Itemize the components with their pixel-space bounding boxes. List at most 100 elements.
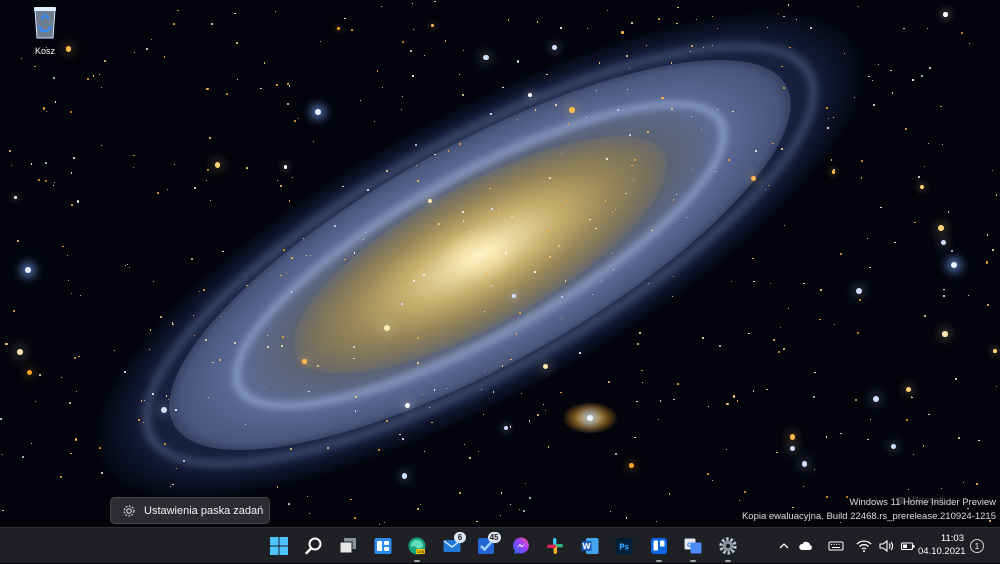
star [359,99,361,101]
star [124,264,127,266]
taskbar-mail-button[interactable]: 6 [435,528,470,564]
star [781,65,783,68]
star [510,503,512,505]
star [431,421,433,424]
star [287,503,290,506]
star [827,127,829,129]
star [98,73,100,75]
battery-icon [900,542,915,551]
taskbar-word-button[interactable]: W [573,528,608,564]
svg-text:CAN: CAN [417,550,425,554]
star [922,445,925,447]
star [282,248,285,251]
taskbar-start-button[interactable] [262,528,297,564]
star [703,46,705,48]
tray-battery-button[interactable] [897,528,919,564]
star [767,185,769,186]
running-indicator [690,560,697,562]
tray-wifi-button[interactable] [853,528,875,564]
star [220,315,223,318]
star [573,201,575,203]
star [528,92,533,97]
chevron-up-icon [779,543,789,549]
star [43,107,46,110]
star [809,27,812,30]
tray-keyboard-button[interactable] [825,528,847,564]
taskbar-widgets-button[interactable] [366,528,401,564]
star [872,104,875,107]
onedrive-cloud-icon [799,541,812,550]
star [161,406,167,413]
star [614,208,616,210]
star [511,215,513,218]
star [856,288,862,295]
watermark-line-2: Kopia ewaluacyjna. Build 22468.rs_prerel… [741,511,996,522]
star [549,176,552,179]
taskbar-search-button[interactable] [297,528,332,564]
taskbar-settings-popup[interactable]: Ustawienia paska zadań [110,497,270,524]
taskbar-translator-button[interactable]: G [676,528,711,564]
star [381,86,383,88]
desktop-icon-recycle-bin[interactable]: Kosz [24,4,66,56]
tray-volume-button[interactable] [875,528,897,564]
star [163,443,166,446]
star [503,425,508,430]
settings-gear-icon [719,537,737,555]
taskbar-edge-canary-button[interactable]: CAN [400,528,435,564]
star [631,21,633,24]
star [266,346,269,349]
star [628,463,634,468]
star [173,164,175,166]
taskbar-photoshop-button[interactable]: Ps [607,528,642,564]
star [744,491,747,494]
taskbar-settings-button[interactable] [711,528,746,564]
system-tray [773,528,919,564]
star [172,323,174,326]
star [204,339,208,342]
star [751,257,754,260]
star [502,87,504,89]
star [351,29,354,32]
star [612,269,614,271]
star [923,166,926,168]
star [614,453,617,456]
star [433,389,435,391]
star [783,87,785,90]
tray-onedrive-button[interactable] [795,528,817,564]
tray-clock[interactable]: 11:03 04.10.2021 [918,532,966,558]
star [165,395,168,397]
star [207,396,210,399]
star [860,177,863,179]
star [750,175,757,182]
star [601,281,603,283]
messenger-icon [512,537,529,554]
star [675,193,677,196]
tray-overflow-button[interactable] [773,528,795,564]
notification-center-button[interactable]: 1 [970,539,984,553]
taskbar-todo-button[interactable]: 45 [469,528,504,564]
star [500,492,503,494]
star [820,289,822,291]
star [87,77,90,80]
star [9,149,12,152]
star [567,122,570,125]
star [854,399,857,402]
star [938,225,944,231]
star [625,192,627,195]
taskbar-slack-button[interactable] [538,528,573,564]
star [92,75,95,78]
star [405,403,411,409]
star [101,471,104,474]
star [459,74,460,75]
star [149,349,151,351]
star [929,66,932,69]
taskbar-messenger-button[interactable] [504,528,539,564]
star [626,88,629,91]
star [493,391,495,393]
taskbar-trello-button[interactable] [642,528,677,564]
star [476,520,478,523]
star [528,420,531,422]
star [383,521,386,524]
taskbar-task-view-button[interactable] [331,528,366,564]
star [611,252,614,255]
